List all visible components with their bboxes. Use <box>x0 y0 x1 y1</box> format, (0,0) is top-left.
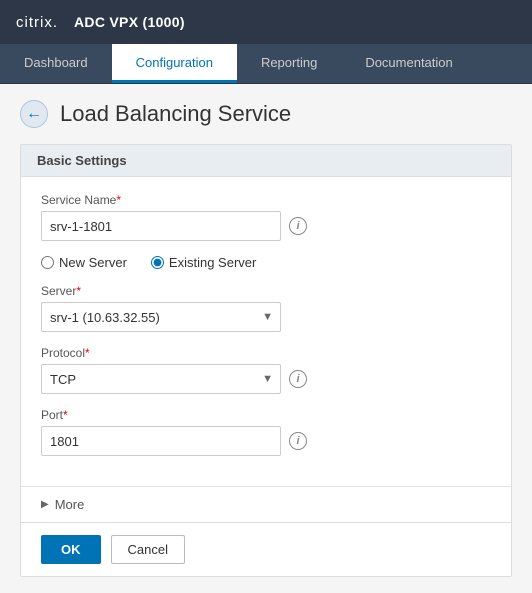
ok-button[interactable]: OK <box>41 535 101 564</box>
protocol-group: Protocol* TCP UDP HTTP HTTPS ▼ i <box>41 346 491 394</box>
new-server-radio[interactable] <box>41 256 54 269</box>
top-bar: citrix. ADC VPX (1000) <box>0 0 532 44</box>
logo-text: citrix. <box>16 14 58 31</box>
existing-server-radio-item[interactable]: Existing Server <box>151 255 256 270</box>
new-server-radio-item[interactable]: New Server <box>41 255 127 270</box>
page-header: ← Load Balancing Service <box>20 100 512 128</box>
form-card: Basic Settings Service Name* i New Serve… <box>20 144 512 577</box>
page-title: Load Balancing Service <box>60 101 291 127</box>
more-label: More <box>55 497 85 512</box>
more-section[interactable]: ▶ More <box>21 486 511 522</box>
tab-configuration[interactable]: Configuration <box>112 44 237 83</box>
form-footer: OK Cancel <box>21 522 511 576</box>
service-name-label: Service Name* <box>41 193 491 207</box>
back-button[interactable]: ← <box>20 100 48 128</box>
more-arrow-icon: ▶ <box>41 499 49 510</box>
server-group: Server* srv-1 (10.63.32.55) ▼ <box>41 284 491 332</box>
tab-reporting[interactable]: Reporting <box>237 44 341 83</box>
port-info-icon[interactable]: i <box>289 432 307 450</box>
server-select[interactable]: srv-1 (10.63.32.55) <box>41 302 281 332</box>
protocol-select[interactable]: TCP UDP HTTP HTTPS <box>41 364 281 394</box>
nav-tabs: Dashboard Configuration Reporting Docume… <box>0 44 532 84</box>
protocol-info-icon[interactable]: i <box>289 370 307 388</box>
server-select-wrapper: srv-1 (10.63.32.55) ▼ <box>41 302 281 332</box>
form-section-header: Basic Settings <box>21 145 511 177</box>
service-name-input[interactable] <box>41 211 281 241</box>
cancel-button[interactable]: Cancel <box>111 535 185 564</box>
new-server-label: New Server <box>59 255 127 270</box>
app-title: ADC VPX (1000) <box>74 14 185 30</box>
existing-server-label: Existing Server <box>169 255 256 270</box>
tab-documentation[interactable]: Documentation <box>341 44 476 83</box>
protocol-label: Protocol* <box>41 346 491 360</box>
server-type-radio-group: New Server Existing Server <box>41 255 491 270</box>
service-name-info-icon[interactable]: i <box>289 217 307 235</box>
protocol-input-row: TCP UDP HTTP HTTPS ▼ i <box>41 364 491 394</box>
server-label: Server* <box>41 284 491 298</box>
port-group: Port* i <box>41 408 491 456</box>
protocol-select-wrapper: TCP UDP HTTP HTTPS ▼ <box>41 364 281 394</box>
existing-server-radio[interactable] <box>151 256 164 269</box>
port-input-row: i <box>41 426 491 456</box>
service-name-input-row: i <box>41 211 491 241</box>
main-content: ← Load Balancing Service Basic Settings … <box>0 84 532 593</box>
form-body: Service Name* i New Server Existing Serv… <box>21 177 511 486</box>
citrix-logo: citrix. <box>16 14 58 31</box>
port-input[interactable] <box>41 426 281 456</box>
port-label: Port* <box>41 408 491 422</box>
service-name-group: Service Name* i <box>41 193 491 241</box>
tab-dashboard[interactable]: Dashboard <box>0 44 112 83</box>
